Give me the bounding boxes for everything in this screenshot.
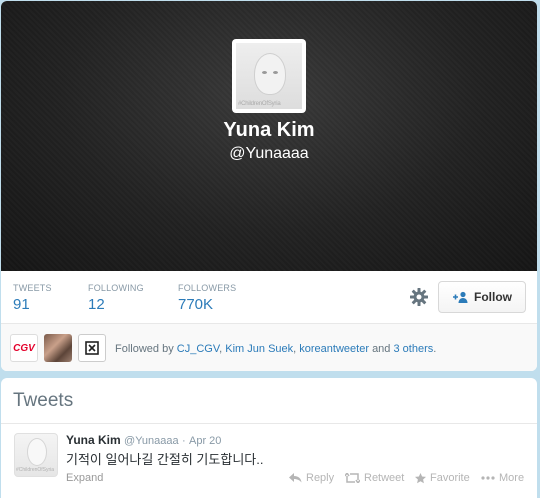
followed-by-prefix: Followed by xyxy=(115,343,174,355)
follower-thumb-photo[interactable] xyxy=(44,334,72,362)
tweet-author-name[interactable]: Yuna Kim xyxy=(66,433,121,447)
star-icon xyxy=(415,472,426,483)
stat-label: TWEETS xyxy=(13,283,52,293)
favorite-button[interactable]: Favorite xyxy=(415,472,470,484)
follow-label: Follow xyxy=(474,290,512,304)
reply-button[interactable]: Reply xyxy=(289,472,334,484)
followed-by-and: and xyxy=(372,343,391,355)
tweet-avatar[interactable]: #ChildrenOfSyria xyxy=(14,433,58,477)
stat-label: FOLLOWING xyxy=(88,283,144,293)
stat-value: 770K xyxy=(178,296,214,313)
stat-label: FOLLOWERS xyxy=(178,283,237,293)
profile-name: Yuna Kim xyxy=(223,119,315,141)
followed-by-row: CGV Followed by CJ_CGV, Kim Jun Suek, ko… xyxy=(1,324,537,371)
divider xyxy=(1,423,537,424)
tweet-author-handle[interactable]: @Yunaaaa xyxy=(124,435,179,447)
more-button[interactable]: More xyxy=(481,472,524,484)
followed-by-others-link[interactable]: 3 others xyxy=(393,343,433,355)
followed-by-link-kim-jun-suek[interactable]: Kim Jun Suek xyxy=(225,343,293,355)
followed-by-link-cj-cgv[interactable]: CJ_CGV xyxy=(177,343,219,355)
stat-value: 91 xyxy=(13,296,30,313)
followed-by-text: Followed by CJ_CGV, Kim Jun Suek, korean… xyxy=(115,343,437,355)
tweet-dot: · xyxy=(181,435,186,447)
tweet-avatar-face xyxy=(27,438,47,466)
retweet-label: Retweet xyxy=(364,472,405,484)
follow-button[interactable]: Follow xyxy=(438,281,526,313)
favorite-label: Favorite xyxy=(430,472,470,484)
follower-thumb-cgv[interactable]: CGV xyxy=(10,334,38,362)
profile-avatar[interactable]: #ChildrenOfSyria xyxy=(232,39,306,113)
avatar-face xyxy=(254,53,286,95)
stat-tweets[interactable]: TWEETS 91 xyxy=(13,283,52,313)
avatar-eye xyxy=(273,71,278,74)
stat-following[interactable]: FOLLOWING 12 xyxy=(88,283,144,313)
reply-icon xyxy=(289,473,302,483)
tweet-avatar-caption: #ChildrenOfSyria xyxy=(16,467,55,473)
followed-by-link-koreantweeter[interactable]: koreantweeter xyxy=(299,343,369,355)
tweet-header: Yuna Kim @Yunaaaa · Apr 20 xyxy=(66,433,221,447)
stat-followers[interactable]: FOLLOWERS 770K xyxy=(178,283,236,313)
box-x-icon xyxy=(85,341,99,355)
stat-value: 12 xyxy=(88,296,105,313)
profile-card: #ChildrenOfSyria Yuna Kim @Yunaaaa TWEET… xyxy=(1,1,537,371)
gear-icon[interactable] xyxy=(409,287,429,307)
profile-handle: @Yunaaaa xyxy=(229,145,309,162)
reply-label: Reply xyxy=(306,472,335,484)
add-user-icon xyxy=(453,291,468,303)
tweets-card: Tweets #ChildrenOfSyria Yuna Kim @Yunaaa… xyxy=(1,378,537,498)
avatar-image: #ChildrenOfSyria xyxy=(236,43,302,109)
more-label: More xyxy=(499,472,525,484)
tweet-date[interactable]: Apr 20 xyxy=(189,435,221,447)
retweet-icon xyxy=(345,473,360,483)
retweet-button[interactable]: Retweet xyxy=(345,472,404,484)
tweets-heading: Tweets xyxy=(13,390,74,411)
more-dots-icon xyxy=(481,476,495,480)
tweet-expand-link[interactable]: Expand xyxy=(66,472,103,484)
avatar-eye xyxy=(262,71,267,74)
avatar-caption: #ChildrenOfSyria xyxy=(238,101,281,107)
follower-thumb-icon[interactable] xyxy=(78,334,106,362)
tweet-text: 기적이 일어나길 간절히 기도합니다.. xyxy=(66,452,264,467)
cgv-logo-text: CGV xyxy=(13,342,35,354)
